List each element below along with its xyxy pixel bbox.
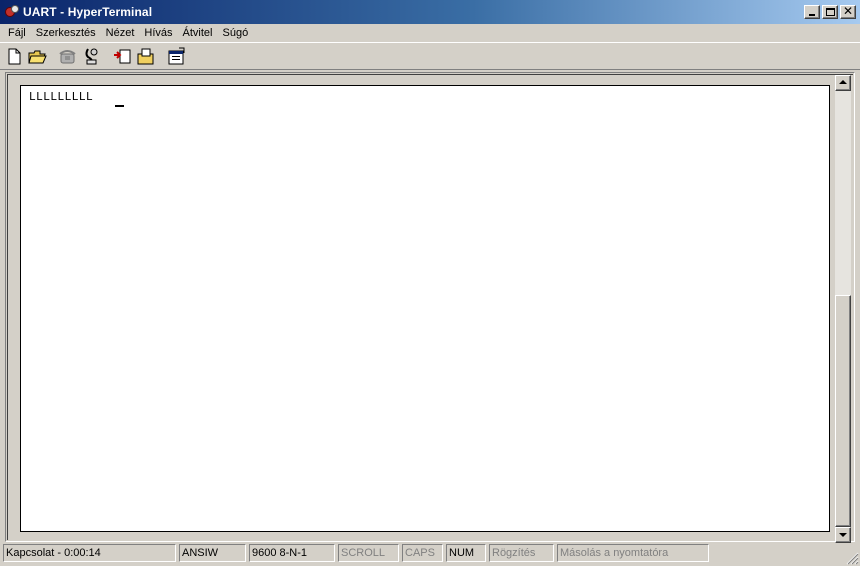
resize-grip-icon[interactable]: [846, 552, 859, 565]
scroll-down-button[interactable]: [835, 527, 851, 543]
status-bar: Kapcsolat - 0:00:14 ANSIW 9600 8-N-1 SCR…: [0, 544, 860, 566]
status-caps: CAPS: [402, 544, 443, 562]
title-bar[interactable]: UART - HyperTerminal ✕: [0, 0, 860, 24]
hyperterminal-app-icon[interactable]: [4, 4, 20, 20]
minimize-icon: [809, 14, 815, 16]
status-connection: Kapcsolat - 0:00:14: [3, 544, 176, 562]
connect-phone-icon: [59, 50, 76, 64]
status-emulation: ANSIW: [179, 544, 246, 562]
send-file-icon: [114, 49, 131, 64]
maximize-icon: [826, 8, 835, 16]
new-file-button[interactable]: [4, 46, 25, 67]
scroll-thumb[interactable]: [835, 295, 851, 527]
open-button[interactable]: [27, 46, 48, 67]
menu-file[interactable]: Fájl: [3, 25, 31, 41]
menu-bar: Fájl Szerkesztés Nézet Hívás Átvitel Súg…: [0, 24, 860, 42]
connect-button[interactable]: [57, 46, 78, 67]
maximize-button[interactable]: [822, 5, 838, 19]
receive-file-icon: [137, 48, 154, 65]
menu-call[interactable]: Hívás: [139, 25, 177, 41]
minimize-button[interactable]: [804, 5, 820, 19]
window-controls: ✕: [802, 4, 856, 19]
disconnect-phone-icon: [85, 48, 98, 65]
terminal-viewport: LLLLLLLLL: [7, 74, 853, 543]
window-title: UART - HyperTerminal: [23, 5, 153, 19]
status-scroll: SCROLL: [338, 544, 399, 562]
menu-view[interactable]: Nézet: [101, 25, 140, 41]
disconnect-button[interactable]: [81, 46, 102, 67]
menu-help[interactable]: Súgó: [218, 25, 254, 41]
send-button[interactable]: [112, 46, 133, 67]
toolbar: [0, 42, 860, 70]
status-settings: 9600 8-N-1: [249, 544, 335, 562]
vertical-scrollbar[interactable]: [835, 75, 851, 543]
terminal-frame: LLLLLLLLL: [5, 72, 855, 543]
arrow-down-icon: [839, 533, 847, 537]
scroll-up-button[interactable]: [835, 75, 851, 91]
terminal-cursor: [115, 105, 124, 107]
new-file-icon: [8, 48, 21, 65]
properties-button[interactable]: [166, 46, 187, 67]
terminal-screen[interactable]: LLLLLLLLL: [20, 85, 830, 532]
menu-edit[interactable]: Szerkesztés: [31, 25, 101, 41]
close-button[interactable]: ✕: [840, 4, 856, 19]
menu-transfer[interactable]: Átvitel: [178, 25, 218, 41]
receive-button[interactable]: [135, 46, 156, 67]
status-num: NUM: [446, 544, 486, 562]
terminal-output: LLLLLLLLL: [29, 90, 94, 103]
open-folder-icon: [28, 50, 47, 64]
status-print-echo: Másolás a nyomtatóra: [557, 544, 709, 562]
arrow-up-icon: [839, 80, 847, 84]
close-icon: ✕: [842, 4, 854, 18]
properties-icon: [168, 47, 185, 65]
status-capture: Rögzítés: [489, 544, 554, 562]
